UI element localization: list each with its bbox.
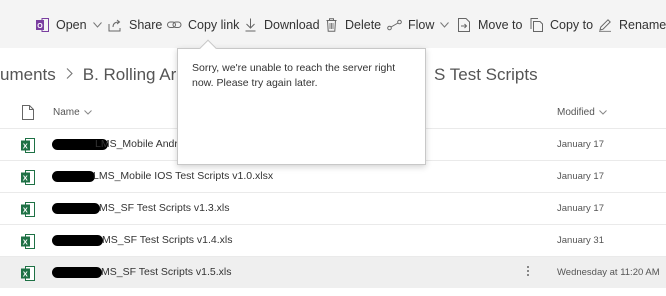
chevron-down-icon: [83, 110, 92, 115]
share-icon: [107, 17, 123, 33]
delete-button[interactable]: Delete: [323, 14, 381, 36]
column-header-name[interactable]: Name: [53, 107, 92, 118]
move-to-button[interactable]: Move to: [456, 14, 522, 36]
excel-file-icon: X: [21, 170, 35, 185]
excel-file-icon: X: [21, 138, 35, 153]
excel-file-icon: X: [21, 202, 35, 217]
chevron-right-icon: [66, 66, 73, 84]
flow-icon: [386, 17, 402, 33]
svg-text:X: X: [23, 238, 28, 247]
chevron-down-icon: [598, 110, 607, 115]
file-row[interactable]: X MS_SF Test Scripts v1.4.xls January 31: [0, 224, 666, 256]
excel-file-icon: X: [21, 234, 35, 249]
file-modified: January 31: [557, 235, 605, 246]
file-name[interactable]: MS_SF Test Scripts v1.5.xls: [101, 266, 232, 278]
column-name-label: Name: [53, 107, 80, 118]
svg-text:X: X: [23, 206, 28, 215]
breadcrumb: uments B. Rolling Arra: [0, 58, 191, 92]
copy-link-label: Copy link: [188, 18, 240, 32]
file-modified: January 17: [557, 139, 605, 150]
file-modified: Wednesday at 11:20 AM: [557, 267, 660, 278]
svg-text:X: X: [23, 174, 28, 183]
share-button[interactable]: Share: [107, 14, 162, 36]
copy-to-button[interactable]: Copy to: [528, 14, 593, 36]
file-modified: January 17: [557, 203, 605, 214]
open-button[interactable]: O Open: [34, 14, 102, 36]
move-to-icon: [456, 17, 472, 33]
svg-text:O: O: [37, 23, 43, 30]
more-options-icon[interactable]: [526, 265, 530, 280]
breadcrumb-item-documents[interactable]: uments: [0, 65, 56, 85]
error-message: Sorry, we're unable to reach the server …: [192, 62, 396, 89]
error-callout: Sorry, we're unable to reach the server …: [177, 39, 426, 165]
share-label: Share: [129, 18, 163, 32]
flow-label: Flow: [408, 18, 435, 32]
file-type-icon[interactable]: [22, 105, 34, 125]
download-icon: [242, 17, 258, 33]
move-to-label: Move to: [478, 18, 523, 32]
command-bar: O Open Share Copy link Download Delete F…: [0, 0, 666, 48]
copy-to-label: Copy to: [550, 18, 594, 32]
download-button[interactable]: Download: [242, 14, 320, 36]
redaction-bar: [52, 235, 103, 246]
file-name[interactable]: MS_SF Test Scripts v1.3.xls: [99, 202, 230, 214]
copy-to-icon: [528, 17, 544, 33]
excel-file-icon: X: [21, 266, 35, 281]
column-header-modified[interactable]: Modified: [557, 107, 607, 118]
file-modified: January 17: [557, 171, 605, 182]
chevron-down-icon: [92, 22, 102, 28]
file-name[interactable]: LMS_Mobile Andr: [95, 138, 178, 150]
file-row[interactable]: X MS_SF Test Scripts v1.3.xls January 17: [0, 192, 666, 224]
redaction-bar: [52, 267, 102, 278]
copy-link-button[interactable]: Copy link: [166, 14, 239, 36]
chevron-down-icon: [440, 22, 450, 28]
rename-label: Rename: [619, 18, 666, 32]
column-modified-label: Modified: [557, 107, 595, 118]
flow-button[interactable]: Flow: [386, 14, 450, 36]
rename-icon: [597, 17, 613, 33]
rename-button[interactable]: Rename: [597, 14, 666, 36]
download-label: Download: [264, 18, 320, 32]
delete-label: Delete: [345, 18, 382, 32]
file-name[interactable]: MS_SF Test Scripts v1.4.xls: [102, 234, 233, 246]
breadcrumb-item-folder[interactable]: B. Rolling Arra: [83, 65, 192, 85]
svg-text:X: X: [23, 142, 28, 151]
redaction-bar: [52, 203, 100, 214]
breadcrumb-current-folder: S Test Scripts: [434, 65, 538, 84]
delete-icon: [323, 17, 339, 33]
file-name[interactable]: LMS_Mobile IOS Test Scripts v1.0.xlsx: [93, 170, 273, 182]
link-icon: [166, 17, 182, 33]
svg-text:X: X: [23, 270, 28, 279]
open-label: Open: [56, 18, 87, 32]
file-row-selected[interactable]: X MS_SF Test Scripts v1.5.xls Wednesday …: [0, 256, 666, 288]
open-icon: O: [34, 17, 50, 33]
redaction-bar: [52, 171, 95, 182]
